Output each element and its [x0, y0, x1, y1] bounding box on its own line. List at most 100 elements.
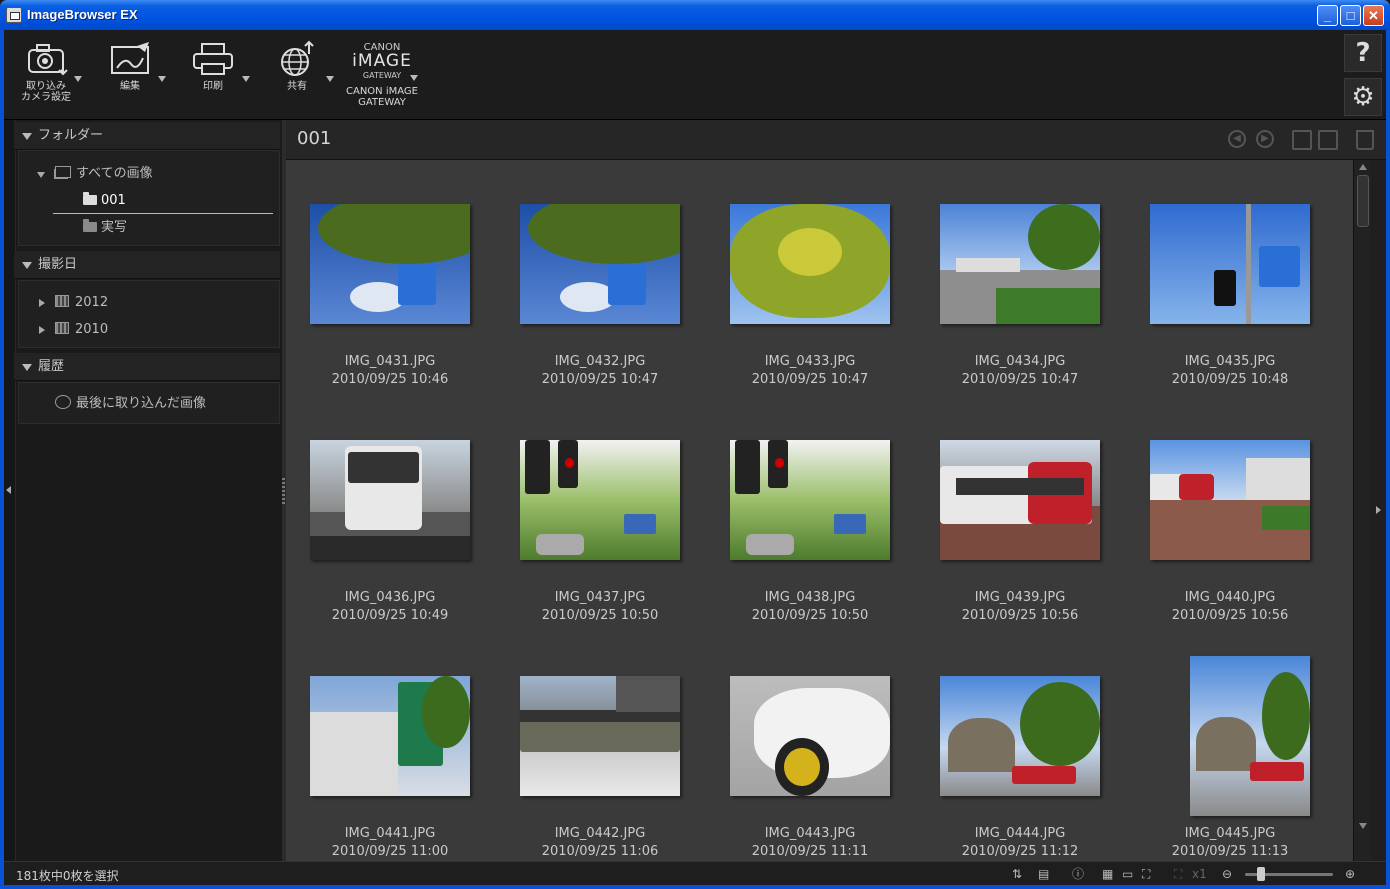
- scrollbar-thumb[interactable]: [1357, 175, 1369, 227]
- thumbnail-item[interactable]: IMG_0434.JPG 2010/09/25 10:47: [920, 160, 1120, 387]
- settings-button[interactable]: ⚙: [1344, 78, 1382, 116]
- thumbnail-image[interactable]: [730, 676, 890, 796]
- display-filter-icon[interactable]: ▤: [1038, 867, 1049, 881]
- current-folder-title: 001: [297, 128, 332, 149]
- tree-item-last-imported[interactable]: 最後に取り込んだ画像: [55, 395, 206, 413]
- thumbnail-filename: IMG_0434.JPG: [974, 354, 1066, 369]
- copy-icon[interactable]: [1292, 130, 1312, 150]
- tree-item-year-2010[interactable]: 2010: [55, 321, 108, 339]
- thumbnail-image[interactable]: [520, 440, 680, 560]
- thumbnail-shape: [608, 264, 647, 305]
- thumbnail-shape: [956, 478, 1084, 496]
- zoom-out-icon[interactable]: ⊖: [1222, 867, 1232, 881]
- thumbnail-item[interactable]: IMG_0443.JPG 2010/09/25 11:11: [710, 632, 910, 859]
- print-button[interactable]: 印刷: [188, 40, 250, 92]
- maximize-button[interactable]: □: [1340, 5, 1361, 26]
- thumbnail-image[interactable]: [730, 440, 890, 560]
- close-button[interactable]: ✕: [1363, 5, 1384, 26]
- folder-section-header[interactable]: フォルダー: [14, 122, 280, 150]
- grid-view-icon[interactable]: ▦: [1102, 867, 1113, 881]
- trash-icon[interactable]: [1356, 130, 1374, 150]
- calendar-icon: [55, 295, 69, 307]
- thumbnail-item[interactable]: IMG_0438.JPG 2010/09/25 10:50: [710, 396, 910, 623]
- import-camera-settings-button[interactable]: 取り込み カメラ設定: [16, 40, 82, 103]
- thumbnail-image[interactable]: [310, 204, 470, 324]
- splitter-grip-icon[interactable]: [282, 478, 285, 504]
- expand-right-icon[interactable]: [1376, 506, 1381, 514]
- thumbnail-shape: [1258, 246, 1301, 287]
- thumbnail-item[interactable]: IMG_0436.JPG 2010/09/25 10:49: [290, 396, 490, 623]
- expand-2010-icon[interactable]: [39, 326, 45, 334]
- help-button[interactable]: ?: [1344, 34, 1382, 72]
- thumbnail-item[interactable]: IMG_0432.JPG 2010/09/25 10:47: [500, 160, 700, 387]
- print-dropdown-arrow[interactable]: [242, 76, 250, 82]
- scroll-up-icon[interactable]: [1359, 164, 1367, 170]
- thumbnail-item[interactable]: IMG_0435.JPG 2010/09/25 10:48: [1130, 160, 1330, 387]
- camera-icon: [28, 44, 68, 76]
- history-section-header[interactable]: 履歴: [14, 353, 280, 381]
- preview-view-icon[interactable]: ▭: [1122, 867, 1133, 881]
- info-icon[interactable]: ⓘ: [1072, 867, 1084, 881]
- thumbnail-image[interactable]: [940, 676, 1100, 796]
- thumbnail-image[interactable]: [520, 676, 680, 796]
- thumbnail-shape: [1012, 766, 1076, 784]
- tree-item-all-images[interactable]: すべての画像: [55, 165, 153, 183]
- share-button[interactable]: 共有: [274, 40, 334, 92]
- cig-dropdown-arrow[interactable]: [410, 75, 418, 81]
- thumbnail-date: 2010/09/25 10:48: [1171, 372, 1289, 387]
- canon-image-gateway-button[interactable]: CANON iMAGE GATEWAY CANON iMAGE GATEWAY: [340, 42, 424, 108]
- move-icon[interactable]: [1318, 130, 1338, 150]
- edit-dropdown-arrow[interactable]: [158, 76, 166, 82]
- thumbnail-item[interactable]: IMG_0441.JPG 2010/09/25 11:00: [290, 632, 490, 859]
- rotate-left-icon[interactable]: ◀: [1228, 130, 1246, 148]
- fullscreen-view-icon[interactable]: ⛶: [1142, 867, 1150, 881]
- status-bar: 181枚中0枚を選択 ⇅ ▤ ⓘ ▦ ▭ ⛶ ⛶ x1 ⊖ ⊕: [4, 861, 1386, 885]
- thumbnail-image[interactable]: [730, 204, 890, 324]
- thumbnail-shape: [310, 712, 398, 796]
- tree-item-folder-001[interactable]: 001: [83, 192, 126, 210]
- minimize-button[interactable]: _: [1317, 5, 1338, 26]
- zoom-in-icon[interactable]: ⊕: [1345, 867, 1355, 881]
- content-header: 001 ◀ ▶: [286, 120, 1386, 160]
- window-titlebar[interactable]: ImageBrowser EX _ □ ✕: [0, 0, 1390, 30]
- import-dropdown-arrow[interactable]: [74, 76, 82, 82]
- share-dropdown-arrow[interactable]: [326, 76, 334, 82]
- thumbnail-image[interactable]: [520, 204, 680, 324]
- scroll-down-icon[interactable]: [1359, 823, 1367, 829]
- thumbnail-date: 2010/09/25 10:47: [541, 372, 659, 387]
- thumbnail-image[interactable]: [310, 676, 470, 796]
- expand-2012-icon[interactable]: [39, 299, 45, 307]
- thumbnail-item[interactable]: IMG_0445.JPG 2010/09/25 11:13: [1130, 632, 1330, 859]
- right-panel-collapse-strip[interactable]: [1371, 160, 1386, 861]
- thumbnail-image[interactable]: [940, 440, 1100, 560]
- tree-item-year-2012[interactable]: 2012: [55, 294, 108, 312]
- rotate-right-icon[interactable]: ▶: [1256, 130, 1274, 148]
- thumbnail-item[interactable]: IMG_0444.JPG 2010/09/25 11:12: [920, 632, 1120, 859]
- thumbnail-image[interactable]: [1150, 204, 1310, 324]
- thumbnail-item[interactable]: IMG_0442.JPG 2010/09/25 11:06: [500, 632, 700, 859]
- grid-scrollbar[interactable]: [1353, 160, 1371, 861]
- thumbnail-image[interactable]: [940, 204, 1100, 324]
- thumbnail-date: 2010/09/25 10:46: [331, 372, 449, 387]
- thumbnail-image[interactable]: [1150, 440, 1310, 560]
- expand-all-images-icon[interactable]: [37, 172, 45, 178]
- history-clock-icon: [55, 395, 71, 409]
- zoom-slider-handle[interactable]: [1257, 867, 1265, 881]
- collapse-left-icon[interactable]: [6, 486, 11, 494]
- tree-item-folder-jissha[interactable]: 実写: [83, 219, 127, 237]
- thumbnail-item[interactable]: IMG_0440.JPG 2010/09/25 10:56: [1130, 396, 1330, 623]
- sidebar-collapse-strip[interactable]: [4, 120, 16, 861]
- thumbnail-item[interactable]: IMG_0439.JPG 2010/09/25 10:56: [920, 396, 1120, 623]
- thumbnail-item[interactable]: IMG_0433.JPG 2010/09/25 10:47: [710, 160, 910, 387]
- sort-icon[interactable]: ⇅: [1012, 867, 1022, 881]
- fit-icon[interactable]: ⛶: [1174, 867, 1182, 881]
- thumbnail-image[interactable]: [310, 440, 470, 560]
- thumbnail-shape: [778, 228, 842, 276]
- edit-button[interactable]: 編集: [102, 40, 166, 92]
- tree-item-folder-001-label: 001: [101, 193, 126, 208]
- thumbnail-image[interactable]: [1190, 656, 1310, 816]
- thumbnail-item[interactable]: IMG_0437.JPG 2010/09/25 10:50: [500, 396, 700, 623]
- date-section-header[interactable]: 撮影日: [14, 251, 280, 279]
- thumbnail-date: 2010/09/25 10:50: [541, 608, 659, 623]
- thumbnail-item[interactable]: IMG_0431.JPG 2010/09/25 10:46: [290, 160, 490, 387]
